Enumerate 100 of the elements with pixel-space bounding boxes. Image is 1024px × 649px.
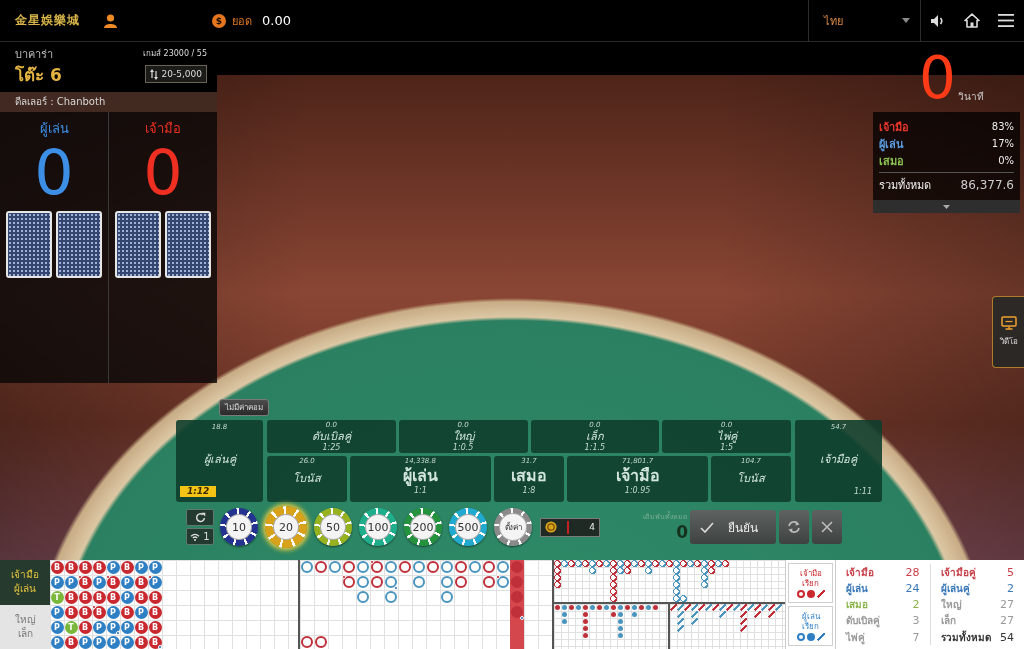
language-dropdown[interactable]: ไทย — [809, 0, 920, 41]
confirm-button[interactable]: ยืนยัน — [690, 510, 776, 544]
counter-value: 4 — [589, 522, 595, 532]
home-icon[interactable] — [964, 13, 980, 28]
dealer-name: ดีลเลอร์ : Chanboth — [0, 92, 217, 112]
stat-value: 2 — [912, 598, 920, 611]
road-bead: P — [148, 561, 162, 574]
balance-value: 0.00 — [262, 13, 291, 28]
chip-button[interactable]: 10 — [220, 508, 258, 546]
road-bead: P — [106, 635, 120, 649]
side-label: เจ้ามือ — [145, 120, 181, 138]
slash-icon — [816, 632, 825, 641]
road-toggle[interactable]: ใหญ่ เล็ก — [0, 604, 50, 649]
chip-button[interactable]: 500 — [449, 508, 487, 546]
road-bead: P — [148, 576, 162, 589]
user-icon[interactable] — [104, 13, 117, 28]
road-bead: B — [92, 606, 106, 619]
road-bead: P — [50, 621, 64, 634]
total-bet-value: 0 — [676, 522, 688, 542]
road-bead: B — [78, 561, 92, 574]
stat-value: 17% — [991, 138, 1014, 149]
bet-label: เจ้ามือคู่ — [820, 453, 857, 466]
stat-label: ใหญ่ — [940, 597, 962, 612]
stat-label: เล็ก — [940, 613, 956, 629]
road-bead: P — [92, 621, 106, 634]
brand-logo: 金星娛樂城 — [15, 12, 80, 29]
road-bead: P — [120, 576, 134, 589]
stat-value: 27 — [1000, 614, 1014, 628]
road-toggle[interactable]: เจ้ามือ ผู้เล่น — [0, 560, 50, 605]
stat-label: ผู้เล่นคู่ — [940, 581, 970, 596]
bet-label: ผู้เล่น — [402, 466, 438, 486]
stat-label: ดับเบิลคู่ — [846, 614, 880, 629]
cycle-arrows-icon — [787, 520, 801, 534]
prediction-button[interactable]: ผู้เล่น เรียก — [788, 606, 833, 646]
stat-value: 28 — [905, 565, 920, 579]
total-value: 86,377.6 — [960, 178, 1014, 192]
ring-icon — [796, 589, 805, 598]
slash-icon — [816, 589, 825, 598]
road-bead: P — [64, 576, 78, 589]
chip-button[interactable]: 100 — [359, 508, 397, 546]
bet-odds: 1:0.95 — [624, 486, 651, 496]
caret-icon — [943, 204, 950, 209]
bet-label: เล็ก — [585, 430, 604, 443]
bet-label: โบนัส — [737, 472, 765, 485]
chip-button[interactable]: ตั้งค่า — [494, 508, 532, 546]
repeat-button[interactable] — [779, 510, 809, 544]
road-bead: P — [134, 561, 148, 574]
check-icon — [700, 521, 714, 533]
road-bead: P — [50, 635, 64, 649]
road-bead: B — [78, 621, 92, 634]
road-bead: P — [120, 635, 134, 649]
stat-label: ผู้เล่น — [846, 581, 868, 596]
road-bead: B — [148, 606, 162, 619]
road-bead: P — [120, 621, 134, 634]
table-name: โต๊ะ 6 — [15, 64, 62, 86]
road-bead: P — [50, 576, 64, 589]
bet-odds: 1:8 — [522, 486, 536, 496]
road-bead: B — [134, 576, 148, 589]
menu-icon[interactable] — [998, 14, 1014, 27]
bet-label: โบนัส — [293, 472, 321, 485]
refresh-button[interactable] — [186, 509, 214, 526]
road-bead: B — [92, 561, 106, 574]
caret-icon — [902, 18, 910, 23]
road-bead: P — [106, 561, 120, 574]
bet-label: ดับเบิลคู่ — [311, 430, 351, 443]
clear-button[interactable] — [812, 510, 842, 544]
road-bead: B — [120, 606, 134, 619]
bet-label: ไพ่คู่ — [716, 430, 737, 443]
road-bead: B — [64, 606, 78, 619]
chip-button[interactable]: 200 — [404, 508, 442, 546]
commission-button[interactable]: ไม่มีค่าคอม — [219, 399, 269, 416]
road-bead: B — [78, 606, 92, 619]
side-tab[interactable]: วิดีโอ — [992, 296, 1024, 368]
dollar-coin-icon: $ — [212, 13, 226, 28]
road-bead: P — [92, 635, 106, 649]
stat-label: ไพ่คู่ — [846, 630, 865, 645]
road-bead: B — [148, 635, 162, 649]
road-bead: B — [64, 591, 78, 604]
odds-badge: 1:12 — [180, 486, 217, 497]
bet-label: ใหญ่ — [452, 430, 474, 443]
game-type: บาคาร่า — [15, 48, 54, 62]
prediction-button[interactable]: เจ้ามือ เรียก — [788, 563, 833, 603]
road-bead: P — [106, 621, 120, 634]
road-bead: T — [64, 621, 78, 634]
road-bead: B — [106, 576, 120, 589]
side-label: ผู้เล่น — [39, 120, 69, 138]
chip-button[interactable]: 20 — [265, 506, 307, 548]
stat-label: รวมทั้งหมด — [940, 629, 991, 645]
road-bead: P — [92, 576, 106, 589]
stat-value: 27 — [1000, 598, 1014, 611]
road-bead: B — [148, 591, 162, 604]
connection-count: 1 — [203, 530, 210, 543]
road-bead: B — [78, 591, 92, 604]
chip-button[interactable]: 50 — [314, 508, 352, 546]
road-bead: B — [134, 635, 148, 649]
road-bead: P — [106, 606, 120, 619]
bet-label: เจ้ามือ — [615, 466, 660, 486]
road-bead: B — [134, 621, 148, 634]
bet-odds: 1:11 — [854, 487, 872, 497]
road-bead: P — [120, 591, 134, 604]
